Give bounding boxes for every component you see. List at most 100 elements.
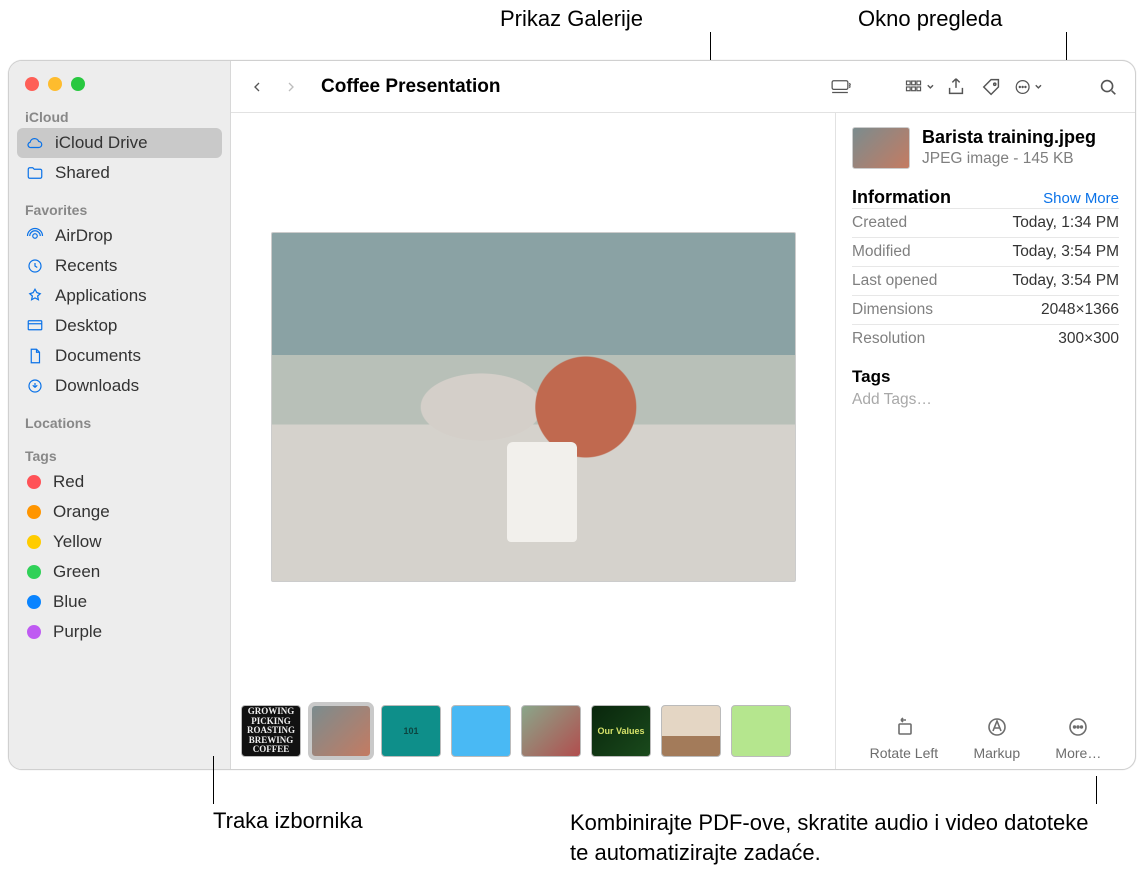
forward-button[interactable]: [277, 73, 305, 101]
sidebar-item-desktop[interactable]: Desktop: [9, 311, 230, 341]
thumbnail-selected[interactable]: [311, 705, 371, 757]
applications-icon: [25, 286, 45, 306]
more-quick-actions-button[interactable]: More…: [1055, 713, 1101, 761]
preview-thumbnail-icon: [852, 127, 910, 169]
hero-image[interactable]: [271, 232, 796, 582]
add-tags-field[interactable]: Add Tags…: [852, 391, 1119, 409]
preview-pane: Barista training.jpeg JPEG image - 145 K…: [835, 113, 1135, 769]
tag-dot-icon: [27, 565, 41, 579]
sidebar-item-applications[interactable]: Applications: [9, 281, 230, 311]
sidebar-item-label: Desktop: [55, 316, 117, 336]
close-window-button[interactable]: [25, 77, 39, 91]
info-value: Today, 3:54 PM: [1012, 272, 1119, 290]
thumbnail[interactable]: [521, 705, 581, 757]
info-value: Today, 1:34 PM: [1012, 214, 1119, 232]
tag-dot-icon: [27, 505, 41, 519]
info-title: Information: [852, 187, 951, 208]
info-header: Information Show More: [852, 187, 1119, 208]
callout-quick-actions: Kombinirajte PDF-ove, skratite audio i v…: [570, 808, 1100, 867]
thumbnail[interactable]: [731, 705, 791, 757]
sidebar-item-documents[interactable]: Documents: [9, 341, 230, 371]
quick-action-label: Markup: [973, 745, 1020, 761]
rotate-left-button[interactable]: Rotate Left: [870, 713, 939, 761]
sidebar-tag-orange[interactable]: Orange: [9, 497, 230, 527]
info-key: Resolution: [852, 330, 925, 348]
sidebar-item-label: Red: [53, 472, 84, 492]
preview-file-subtitle: JPEG image - 145 KB: [922, 150, 1096, 168]
sidebar-item-label: Applications: [55, 286, 147, 306]
thumbnail[interactable]: GROWING PICKING ROASTING BREWING COFFEE: [241, 705, 301, 757]
downloads-icon: [25, 376, 45, 396]
sidebar-item-label: Orange: [53, 502, 110, 522]
sidebar-item-icloud-drive[interactable]: iCloud Drive: [17, 128, 222, 158]
sidebar-item-airdrop[interactable]: AirDrop: [9, 221, 230, 251]
zoom-window-button[interactable]: [71, 77, 85, 91]
sidebar-section-icloud: iCloud: [9, 105, 230, 128]
tag-dot-icon: [27, 535, 41, 549]
back-button[interactable]: [243, 73, 271, 101]
gallery-view-button[interactable]: [825, 72, 855, 102]
gallery-area: GROWING PICKING ROASTING BREWING COFFEE …: [231, 113, 835, 769]
sidebar-section-locations: Locations: [9, 411, 230, 434]
callout-line: [1096, 776, 1097, 804]
more-icon: [1064, 713, 1092, 741]
info-value: 300×300: [1058, 330, 1119, 348]
document-icon: [25, 346, 45, 366]
quick-action-label: More…: [1055, 745, 1101, 761]
rotate-left-icon: [890, 713, 918, 741]
sidebar-tag-green[interactable]: Green: [9, 557, 230, 587]
markup-button[interactable]: Markup: [973, 713, 1020, 761]
preview-file-name: Barista training.jpeg: [922, 127, 1096, 148]
thumbnail-label: Our Values: [597, 726, 644, 736]
info-key: Last opened: [852, 272, 937, 290]
search-button[interactable]: [1093, 72, 1123, 102]
share-button[interactable]: [941, 72, 971, 102]
callout-line: [213, 756, 214, 804]
finder-window: iCloud iCloud Drive Shared Favorites Air…: [8, 60, 1136, 770]
sidebar-section-tags: Tags: [9, 444, 230, 467]
sidebar-item-label: Green: [53, 562, 100, 582]
info-row-last-opened: Last opened Today, 3:54 PM: [852, 266, 1119, 295]
sidebar-item-label: AirDrop: [55, 226, 113, 246]
minimize-window-button[interactable]: [48, 77, 62, 91]
thumbnail-strip: GROWING PICKING ROASTING BREWING COFFEE …: [231, 701, 835, 769]
show-more-link[interactable]: Show More: [1043, 190, 1119, 207]
sidebar-tag-red[interactable]: Red: [9, 467, 230, 497]
sidebar-item-label: Shared: [55, 163, 110, 183]
toolbar: Coffee Presentation: [231, 61, 1135, 113]
thumbnail[interactable]: [661, 705, 721, 757]
quick-action-label: Rotate Left: [870, 745, 939, 761]
sidebar-tag-blue[interactable]: Blue: [9, 587, 230, 617]
folder-shared-icon: [25, 163, 45, 183]
info-key: Created: [852, 214, 907, 232]
thumbnail[interactable]: Our Values: [591, 705, 651, 757]
desktop-icon: [25, 316, 45, 336]
clock-icon: [25, 256, 45, 276]
sidebar-section-favorites: Favorites: [9, 198, 230, 221]
thumbnail-label: 101: [403, 726, 418, 736]
more-actions-button[interactable]: [1013, 72, 1043, 102]
info-row-dimensions: Dimensions 2048×1366: [852, 295, 1119, 324]
sidebar-item-label: Recents: [55, 256, 117, 276]
thumbnail-folder[interactable]: [451, 705, 511, 757]
sidebar-item-shared[interactable]: Shared: [9, 158, 230, 188]
callout-preview-pane: Okno pregleda: [858, 6, 1002, 32]
quick-actions: Rotate Left Markup More…: [852, 703, 1119, 761]
window-title: Coffee Presentation: [321, 76, 500, 98]
sidebar-tag-yellow[interactable]: Yellow: [9, 527, 230, 557]
callout-thumb-strip: Traka izbornika: [213, 808, 363, 834]
tag-dot-icon: [27, 475, 41, 489]
tags-header: Tags: [852, 367, 1119, 387]
group-by-button[interactable]: [905, 72, 935, 102]
sidebar-item-downloads[interactable]: Downloads: [9, 371, 230, 401]
gallery-hero-preview: [231, 113, 835, 701]
sidebar-item-label: Downloads: [55, 376, 139, 396]
window-controls: [9, 71, 230, 105]
tags-button[interactable]: [977, 72, 1007, 102]
sidebar-item-label: Purple: [53, 622, 102, 642]
thumbnail[interactable]: 101: [381, 705, 441, 757]
sidebar-item-recents[interactable]: Recents: [9, 251, 230, 281]
sidebar-tag-purple[interactable]: Purple: [9, 617, 230, 647]
thumbnail-label: GROWING PICKING ROASTING BREWING COFFEE: [242, 707, 300, 754]
content-area: GROWING PICKING ROASTING BREWING COFFEE …: [231, 113, 1135, 769]
